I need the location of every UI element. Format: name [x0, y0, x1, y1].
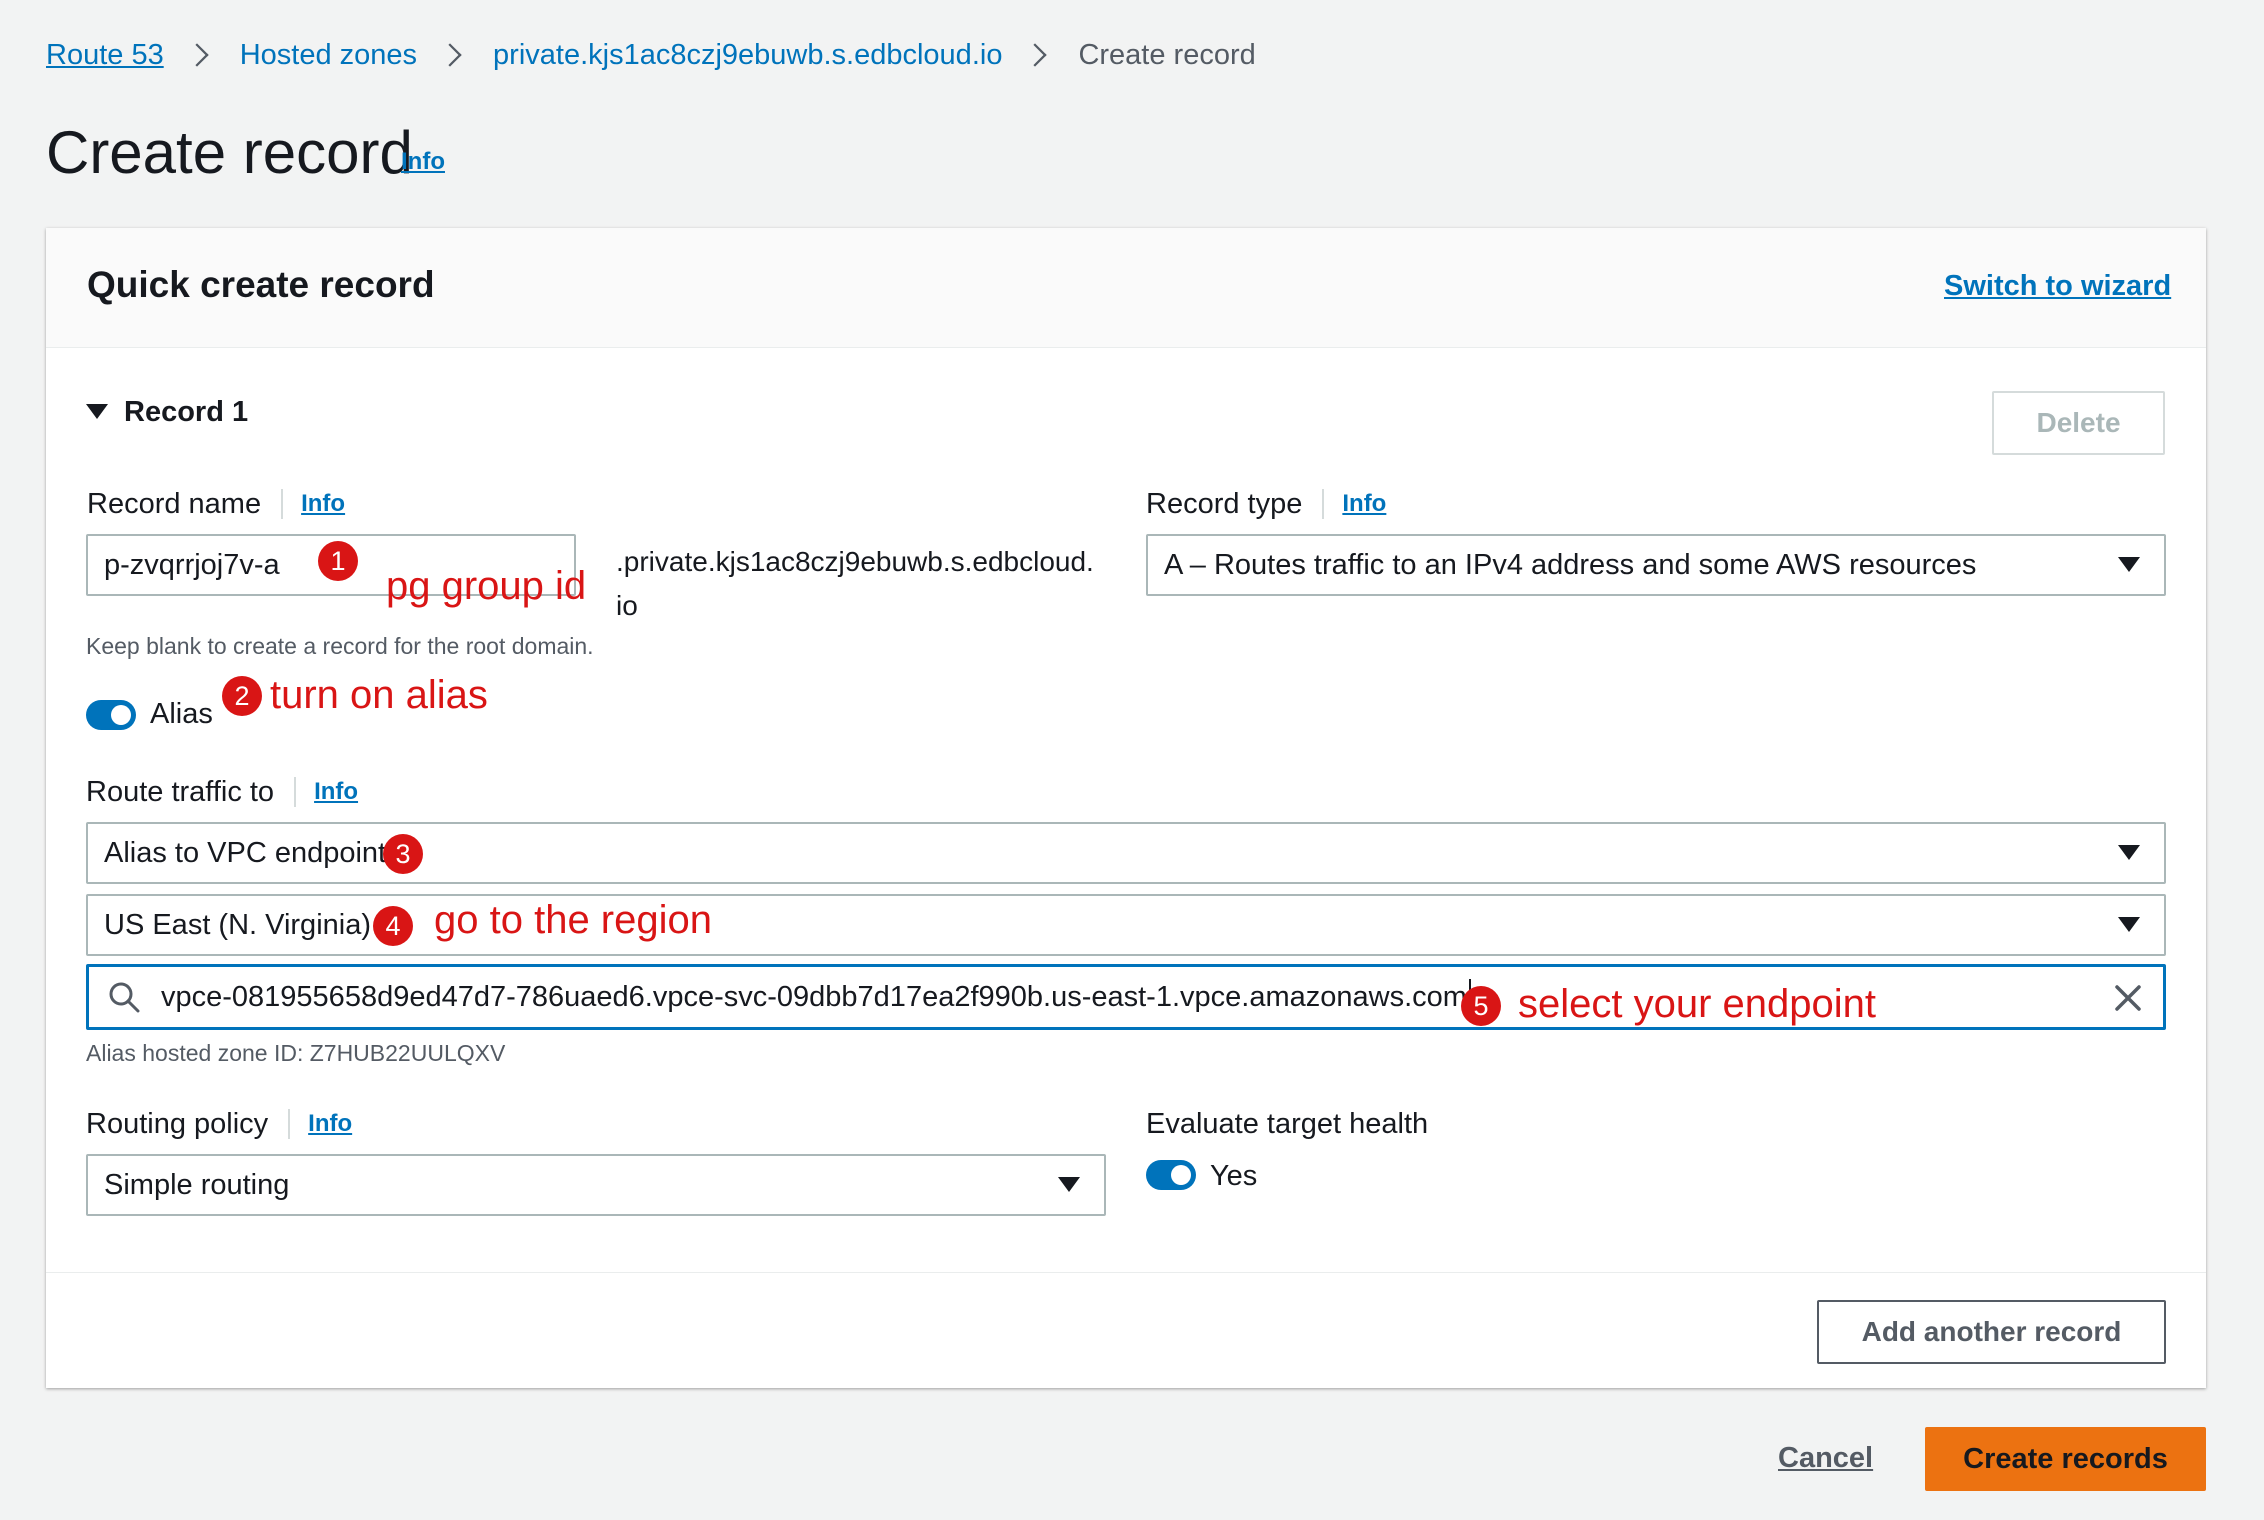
caret-down-icon	[1058, 1177, 1080, 1192]
route-traffic-label: Route traffic to Info	[86, 772, 358, 812]
routing-policy-select[interactable]: Simple routing	[86, 1154, 1106, 1216]
panel-title: Quick create record	[87, 264, 435, 305]
cancel-button[interactable]: Cancel	[1778, 1442, 1873, 1475]
alias-hosted-zone-id: Alias hosted zone ID: Z7HUB22UULQXV	[86, 1040, 506, 1066]
record-section-title[interactable]: Record 1	[124, 396, 248, 429]
caret-down-icon	[2118, 917, 2140, 932]
divider	[294, 777, 297, 807]
close-icon[interactable]	[2113, 983, 2143, 1013]
record-type-info-link[interactable]: Info	[1342, 490, 1386, 518]
annotation-text-5: select your endpoint	[1518, 982, 1877, 1026]
route-traffic-info-link[interactable]: Info	[314, 778, 358, 806]
add-another-record-button[interactable]: Add another record	[1817, 1300, 2166, 1364]
breadcrumb-route53[interactable]: Route 53	[46, 39, 164, 72]
divider	[281, 489, 284, 519]
breadcrumb-current: Create record	[1078, 38, 1256, 71]
annotation-text-2: turn on alias	[270, 673, 488, 717]
page-title: Create record	[46, 119, 413, 186]
alias-label: Alias	[150, 698, 213, 730]
routing-policy-label-text: Routing policy	[86, 1107, 269, 1140]
create-records-button[interactable]: Create records	[1925, 1427, 2206, 1491]
annotation-badge-5: 5	[1461, 986, 1501, 1026]
record-type-label-text: Record type	[1146, 487, 1303, 520]
routing-policy-info-link[interactable]: Info	[308, 1110, 352, 1138]
region-value: US East (N. Virginia)	[104, 908, 371, 941]
target-health-value: Yes	[1210, 1160, 1258, 1192]
chevron-right-icon	[185, 43, 209, 67]
endpoint-value: vpce-081955658d9ed47d7-786uaed6.vpce-svc…	[161, 980, 1467, 1013]
caret-down-icon	[2118, 845, 2140, 860]
record-name-suffix: .private.kjs1ac8czj9ebuwb.s.edbcloud. io	[616, 540, 1094, 628]
breadcrumb-zone[interactable]: private.kjs1ac8czj9ebuwb.s.edbcloud.io	[493, 39, 1002, 72]
delete-button[interactable]: Delete	[1992, 391, 2165, 455]
annotation-badge-4: 4	[373, 906, 413, 946]
divider	[288, 1109, 291, 1139]
annotation-text-4: go to the region	[434, 898, 712, 942]
target-health-toggle[interactable]	[1146, 1160, 1196, 1190]
suffix-line-1: .private.kjs1ac8czj9ebuwb.s.edbcloud.	[616, 546, 1094, 577]
divider	[1322, 489, 1325, 519]
record-name-label-text: Record name	[87, 487, 262, 520]
panel-footer-divider	[46, 1272, 2206, 1273]
breadcrumb-hosted-zones[interactable]: Hosted zones	[240, 39, 417, 72]
switch-to-wizard-link[interactable]: Switch to wizard	[1944, 270, 2171, 303]
search-icon	[109, 982, 140, 1013]
record-name-hint: Keep blank to create a record for the ro…	[86, 633, 594, 659]
annotation-badge-1: 1	[318, 541, 358, 581]
annotation-badge-3: 3	[383, 834, 423, 874]
record-type-label: Record type Info	[1146, 484, 1386, 524]
target-health-label: Evaluate target health	[1146, 1108, 1429, 1140]
suffix-line-2: io	[616, 590, 638, 621]
caret-down-icon	[2118, 557, 2140, 572]
chevron-right-icon	[1023, 43, 1048, 67]
routing-policy-value: Simple routing	[104, 1168, 290, 1201]
endpoint-type-value: Alias to VPC endpoint	[104, 836, 387, 869]
breadcrumb: Route 53 Hosted zones private.kjs1ac8czj…	[46, 30, 1256, 80]
annotation-text-1: pg group id	[386, 564, 587, 608]
record-name-info-link[interactable]: Info	[301, 490, 345, 518]
caret-down-icon[interactable]	[86, 404, 108, 419]
page-info-link[interactable]: Info	[401, 148, 445, 176]
record-name-label: Record name Info	[87, 484, 345, 524]
record-type-select[interactable]: A – Routes traffic to an IPv4 address an…	[1146, 534, 2166, 596]
record-type-value: A – Routes traffic to an IPv4 address an…	[1164, 548, 1977, 581]
alias-toggle[interactable]	[86, 700, 136, 730]
chevron-right-icon	[438, 43, 462, 67]
routing-policy-label: Routing policy Info	[86, 1104, 352, 1144]
annotation-badge-2: 2	[222, 676, 262, 716]
record-name-value: p-zvqrrjoj7v-a	[104, 548, 280, 581]
route-traffic-label-text: Route traffic to	[86, 775, 275, 808]
